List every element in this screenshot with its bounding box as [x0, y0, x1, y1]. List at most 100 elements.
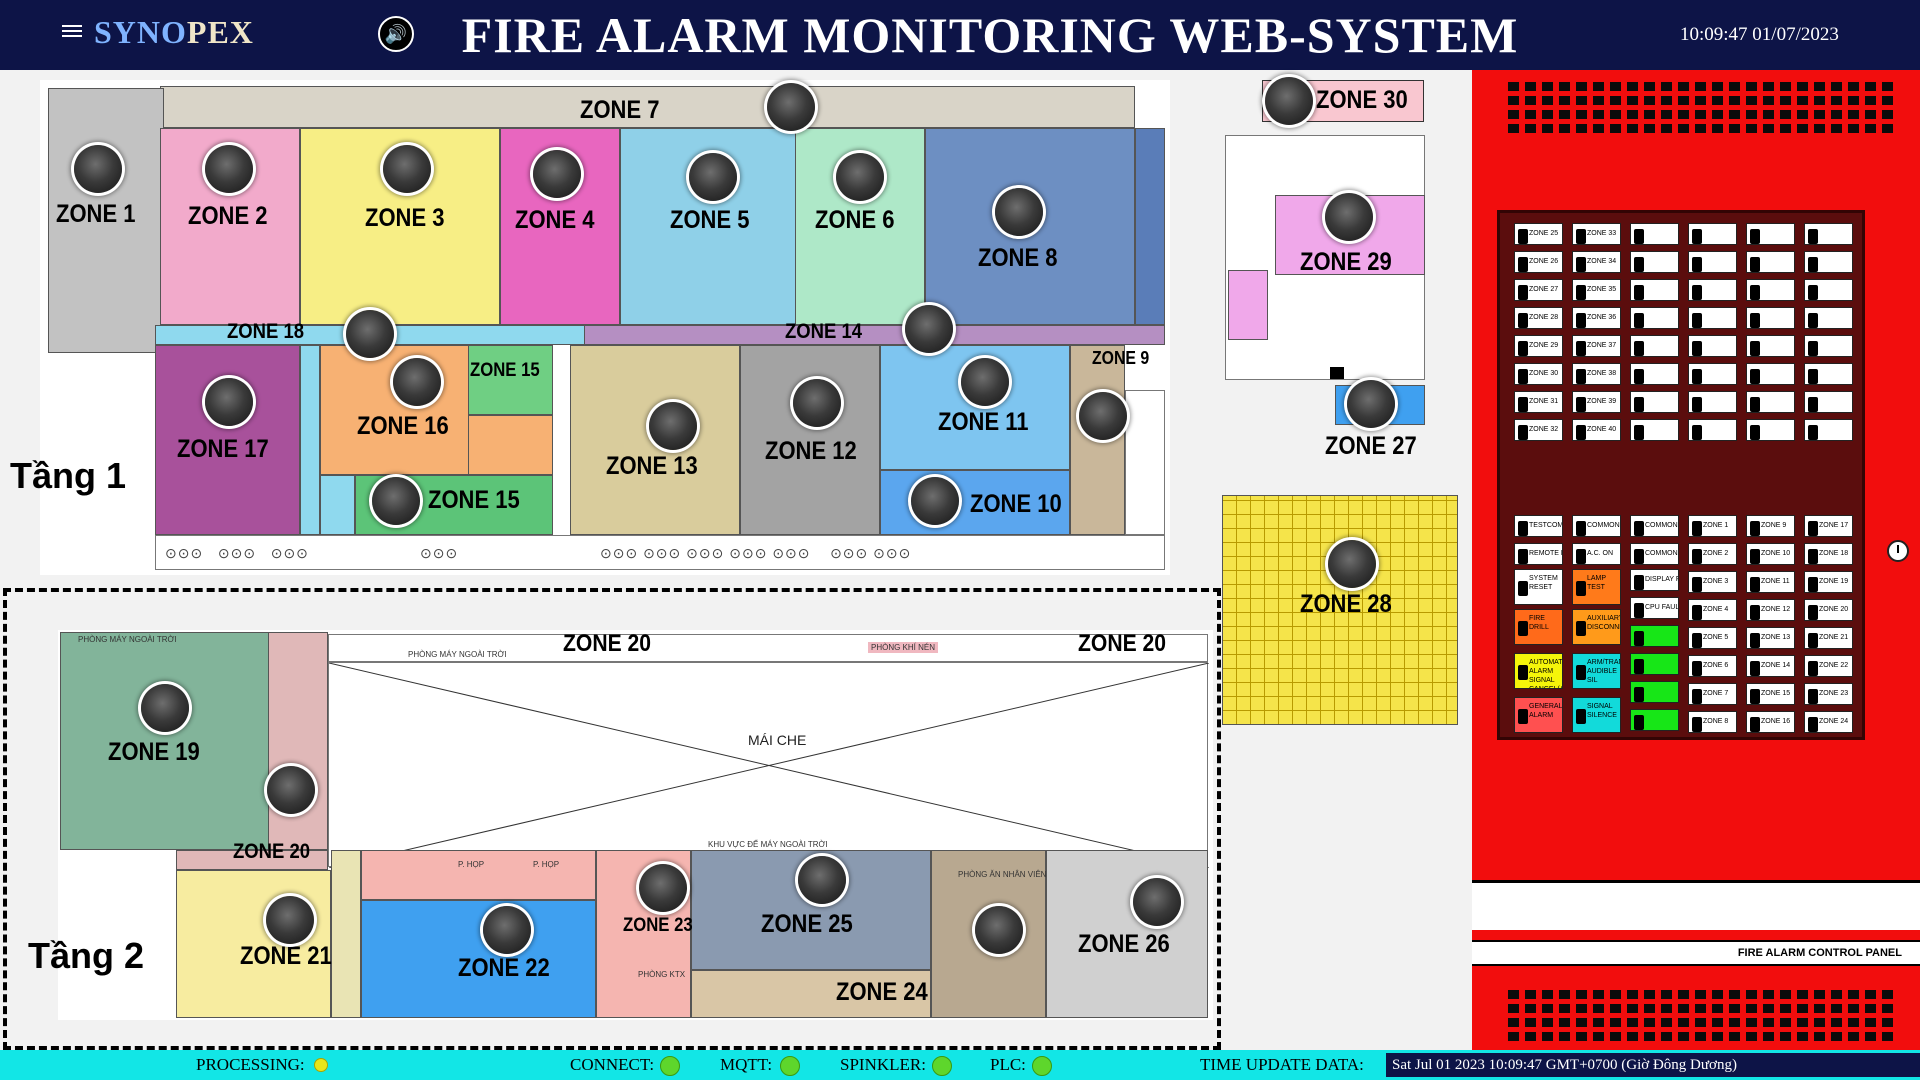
panel-fire-drill-button[interactable]: FIRE DRILL [1514, 609, 1563, 645]
zone-3-led[interactable] [383, 145, 431, 193]
panel-green-indicator [1630, 681, 1679, 703]
panel-zone-cell [1804, 307, 1853, 329]
zone-24-led[interactable] [975, 906, 1023, 954]
zone-20-led[interactable] [267, 766, 315, 814]
zone-29-label: ZONE 29 [1300, 248, 1392, 276]
connect-label: CONNECT: [570, 1055, 655, 1074]
zone-25-label: ZONE 25 [761, 910, 853, 938]
zone-20-side[interactable] [268, 632, 328, 850]
zone-25-led[interactable] [798, 856, 846, 904]
panel-zone-indicator: ZONE 5 [1688, 627, 1737, 649]
room-label-8: PHÒNG ĂN NHÂN VIÊN [958, 870, 1047, 879]
zone-4-led[interactable] [533, 150, 581, 198]
parking-icons-2: ⊙⊙⊙ [420, 545, 459, 561]
zone-8-label: ZONE 8 [978, 244, 1058, 272]
panel-green-indicator [1630, 709, 1679, 731]
zone-30-led[interactable] [1265, 77, 1313, 125]
zone-11-led[interactable] [961, 358, 1009, 406]
zone-14-label: ZONE 14 [785, 320, 863, 343]
room-label-6: P. HỌP [533, 860, 560, 869]
connect-indicator [660, 1056, 680, 1076]
zone-1-led[interactable] [74, 145, 122, 193]
zone-19-led[interactable] [141, 684, 189, 732]
right-parking [1125, 390, 1165, 535]
panel-zone-cell [1804, 419, 1853, 441]
menu-icon[interactable] [62, 22, 82, 40]
panel-ack-button[interactable]: AUTOMATIC ALARM SIGNAL CANCEL(ACK) [1514, 653, 1563, 689]
panel-zone-cell [1688, 419, 1737, 441]
room-label-3: PHÒNG KHÍ NÉN [868, 642, 939, 653]
room-label-4: KHU VỰC ĐỂ MÁY NGOÀI TRỜI [708, 840, 828, 849]
panel-zone-cell: ZONE 31 [1514, 391, 1563, 413]
zone-14-area[interactable] [560, 325, 1165, 345]
panel-zone-indicator: ZONE 2 [1688, 543, 1737, 565]
status-footer: PROCESSING: CONNECT: MQTT: SPINKLER: PLC… [0, 1050, 1920, 1080]
panel-zone-cell [1746, 391, 1795, 413]
zone-22-top [361, 850, 596, 900]
panel-zone-cell: ZONE 28 [1514, 307, 1563, 329]
panel-zone-cell [1630, 363, 1679, 385]
panel-zone-cell [1746, 307, 1795, 329]
zone-13-label: ZONE 13 [606, 452, 698, 480]
zone-30-label: ZONE 30 [1316, 86, 1408, 114]
speaker-icon[interactable]: 🔊 [378, 16, 414, 52]
panel-zone-indicator: ZONE 8 [1688, 711, 1737, 733]
panel-status-cell: A.C. ON [1572, 543, 1621, 565]
panel-zone-cell: ZONE 33 [1572, 223, 1621, 245]
zone-23-led[interactable] [639, 864, 687, 912]
panel-zone-cell [1804, 279, 1853, 301]
zone-10-led[interactable] [911, 477, 959, 525]
panel-zone-indicator: ZONE 1 [1688, 515, 1737, 537]
panel-audible-sil-button[interactable]: ARM/TRANSF AUDIBLE SIL [1572, 653, 1621, 689]
zone-8-led[interactable] [995, 188, 1043, 236]
panel-general-alarm-button[interactable]: GENERAL ALARM [1514, 697, 1563, 733]
zone-20b-label: ZONE 20 [563, 630, 652, 657]
zone-5-led[interactable] [689, 153, 737, 201]
brand-part1: SYNO [94, 14, 187, 50]
zone-21-led[interactable] [266, 896, 314, 944]
zone-22-led[interactable] [483, 906, 531, 954]
zone-17-led[interactable] [205, 378, 253, 426]
roof-label: MÁI CHE [748, 732, 807, 748]
floor1-label: Tầng 1 [10, 455, 127, 496]
panel-system-reset-button[interactable]: SYSTEM RESET [1514, 569, 1563, 605]
zone-14-led[interactable] [905, 305, 953, 353]
panel-aux-disconnect-button[interactable]: AUXILIARY DISCONNECT [1572, 609, 1621, 645]
panel-key-switch[interactable] [1887, 540, 1909, 562]
zone-9-area[interactable] [1070, 345, 1125, 535]
panel-zone-cell: ZONE 30 [1514, 363, 1563, 385]
zone-17-label: ZONE 17 [177, 435, 269, 463]
zone-16-led[interactable] [393, 358, 441, 406]
panel-zone-cell [1688, 363, 1737, 385]
fire-alarm-control-panel: ZONE 25 ZONE 33 ZONE 26 ZONE 34 ZONE 27 ZONE … [1472, 70, 1920, 1050]
zone-5-label: ZONE 5 [670, 206, 750, 234]
zone-7-led[interactable] [767, 83, 815, 131]
panel-zone-cell: ZONE 39 [1572, 391, 1621, 413]
panel-zone-indicator: ZONE 4 [1688, 599, 1737, 621]
panel-zone-cell [1688, 279, 1737, 301]
zone-27-label: ZONE 27 [1325, 432, 1417, 460]
zone-12-led[interactable] [793, 379, 841, 427]
time-update-label: TIME UPDATE DATA: [1200, 1055, 1364, 1074]
panel-zone-indicator: ZONE 6 [1688, 655, 1737, 677]
zone-27-led[interactable] [1347, 380, 1395, 428]
panel-zone-cell [1630, 335, 1679, 357]
zone-13-led[interactable] [649, 402, 697, 450]
zone-6-led[interactable] [836, 153, 884, 201]
panel-zone-indicator: ZONE 19 [1804, 571, 1853, 593]
zone-26-led[interactable] [1133, 878, 1181, 926]
panel-lamp-test-button[interactable]: LAMP TEST [1572, 569, 1621, 605]
zone-18-led[interactable] [346, 310, 394, 358]
panel-status-cell: COMMON TROUBLE [1572, 515, 1621, 537]
panel-zone-indicator: ZONE 18 [1804, 543, 1853, 565]
zone-3-label: ZONE 3 [365, 204, 445, 232]
zone-12-label: ZONE 12 [765, 437, 857, 465]
zone-2-led[interactable] [205, 145, 253, 193]
zone-28-led[interactable] [1328, 540, 1376, 588]
panel-signal-silence-button[interactable]: SIGNAL SILENCE [1572, 697, 1621, 733]
zone-29-led[interactable] [1325, 193, 1373, 241]
zone-27-marker [1330, 367, 1344, 379]
parking-icons-3: ⊙⊙⊙ ⊙⊙⊙ ⊙⊙⊙ ⊙⊙⊙ ⊙⊙⊙ ⊙⊙⊙ ⊙⊙⊙ [600, 545, 912, 561]
zone-9-led[interactable] [1079, 392, 1127, 440]
zone-15-led[interactable] [372, 477, 420, 525]
